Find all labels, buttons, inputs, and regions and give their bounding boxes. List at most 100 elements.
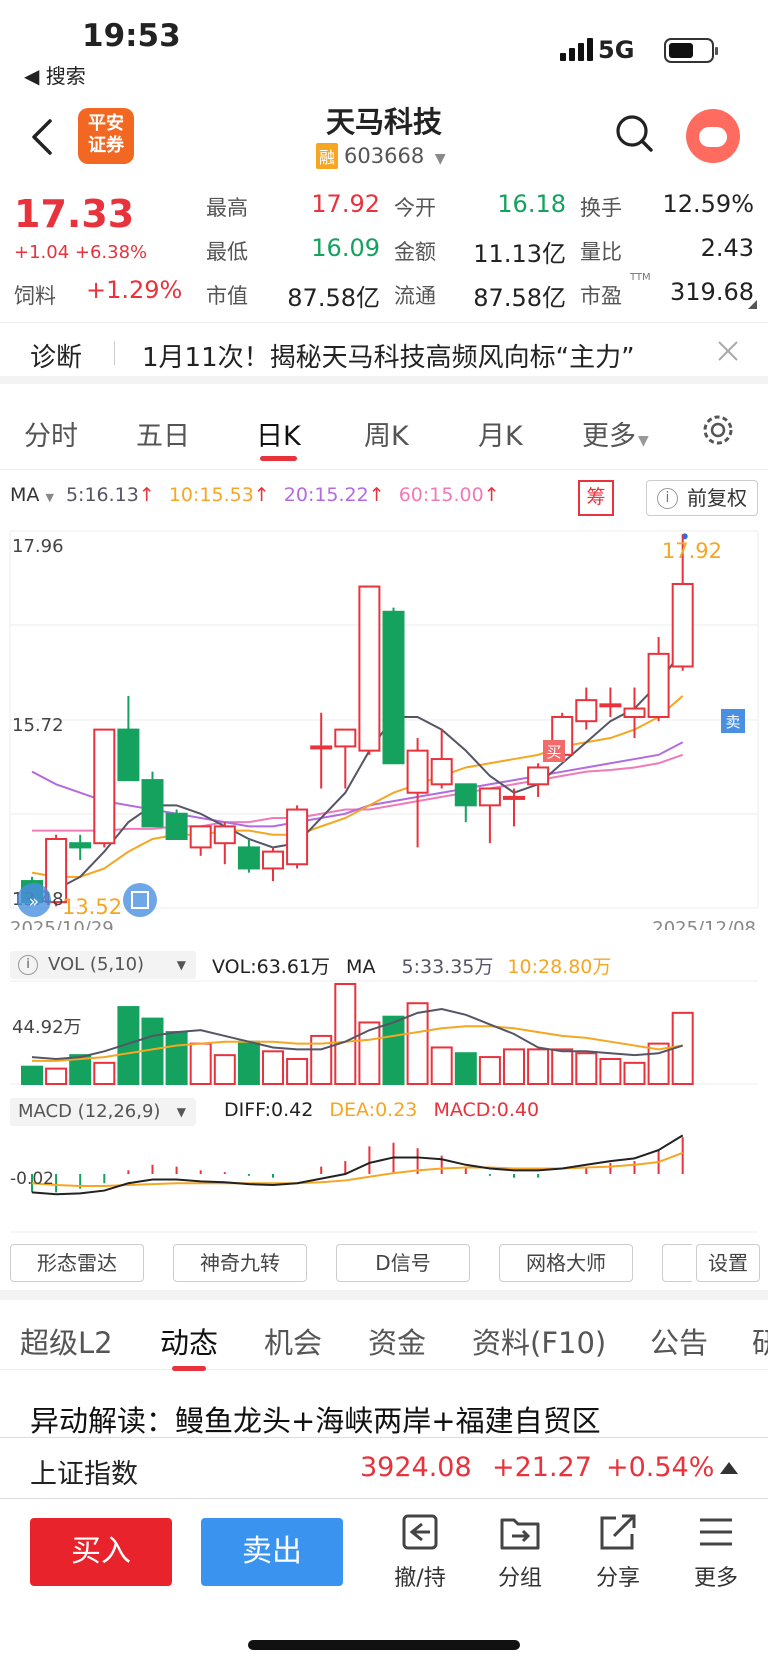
share-icon <box>600 1514 636 1550</box>
candle-body <box>382 610 405 765</box>
candle-body <box>454 783 477 807</box>
volume-bar <box>527 1048 550 1085</box>
tool-partial-button[interactable] <box>662 1244 692 1282</box>
expand-corner-icon[interactable] <box>748 300 757 309</box>
candle-body <box>237 846 260 870</box>
sell-marker[interactable]: 卖 <box>721 709 745 733</box>
info-icon: i <box>18 955 38 975</box>
volume-bar <box>623 1061 646 1085</box>
divider <box>114 341 115 365</box>
assistant-avatar-icon[interactable] <box>686 109 740 163</box>
caret-down-icon: ▼ <box>45 491 54 504</box>
tab-monthly-k[interactable]: 月K <box>478 414 523 453</box>
tab-daily-k[interactable]: 日K <box>256 414 301 461</box>
tab-funds[interactable]: 资金 <box>368 1320 426 1362</box>
cancel-hold-label: 撤/持 <box>394 1566 446 1591</box>
candle-body <box>213 825 236 845</box>
cancel-hold-button[interactable]: 撤/持 <box>380 1512 460 1592</box>
more-button[interactable]: 更多 <box>676 1512 756 1592</box>
buy-button[interactable]: 买入 <box>30 1518 172 1586</box>
index-ticker[interactable]: 上证指数 3924.08 +21.27 +0.54% <box>0 1437 768 1499</box>
gear-icon[interactable] <box>700 412 736 448</box>
macd-indicator-selector[interactable]: MACD (12,26,9) ▼ <box>10 1098 196 1126</box>
x-end-label: 2025/12/08 <box>652 918 756 930</box>
candle-body <box>69 842 92 849</box>
volume-bar <box>575 1052 598 1085</box>
collapse-panel-icon[interactable]: » <box>17 883 51 917</box>
candle-body <box>310 745 333 750</box>
more-label: 更多 <box>693 1566 738 1591</box>
dea-value: DEA:0.23 <box>329 1099 418 1121</box>
magic-nine-button[interactable]: 神奇九转 <box>173 1244 307 1282</box>
tab-super-l2[interactable]: 超级L2 <box>20 1320 113 1362</box>
tab-dynamics[interactable]: 动态 <box>160 1320 218 1371</box>
tab-more[interactable]: 更多 ▼ <box>582 414 649 453</box>
diagnosis-text[interactable]: 1月11次！揭秘天马科技高频风向标“主力” <box>142 337 635 374</box>
settings-button[interactable]: 设置 <box>696 1244 760 1282</box>
vol-indicator-selector[interactable]: i VOL (5,10) ▼ <box>10 951 196 979</box>
volume-bar <box>165 1031 188 1085</box>
adjust-button[interactable]: i 前复权 <box>646 480 758 516</box>
macd-chart[interactable]: -0.02 <box>0 1128 768 1233</box>
volume-chart[interactable]: 44.92万 <box>0 980 768 1085</box>
caret-down-icon: ▼ <box>176 958 186 972</box>
vol-ratio-label: 量比 <box>580 240 622 264</box>
news-headline[interactable]: 异动解读：鳗鱼龙头+海峡两岸+福建自贸区 <box>30 1398 601 1440</box>
pe-label: 市盈 <box>580 284 622 308</box>
group-label: 分组 <box>497 1566 542 1591</box>
sector-label[interactable]: 饲料 <box>14 280 56 310</box>
macd-values: DIFF:0.42 DEA:0.23 MACD:0.40 <box>224 1099 539 1121</box>
y-tick-label: 15.72 <box>12 715 64 736</box>
sell-button[interactable]: 卖出 <box>201 1518 343 1586</box>
volume-bar <box>430 1046 453 1085</box>
volume-bar <box>478 1056 501 1085</box>
status-bar: 19:53 ◀ 搜索 5G <box>0 0 768 90</box>
home-indicator <box>248 1640 520 1650</box>
tab-announcements[interactable]: 公告 <box>650 1320 708 1362</box>
margin-badge: 融 <box>316 143 339 169</box>
candle-body <box>117 728 140 782</box>
mcap-label: 市值 <box>206 284 248 308</box>
arrow-up-icon: ↑ <box>253 484 270 506</box>
caret-up-icon[interactable] <box>720 1462 738 1474</box>
signal-bar-3 <box>578 43 584 61</box>
volume-bar <box>213 1054 236 1085</box>
d-signal-button[interactable]: D信号 <box>336 1244 470 1282</box>
tab-research[interactable]: 研 <box>752 1320 768 1362</box>
ma10-line <box>31 695 684 878</box>
high-label: 最高 <box>206 196 248 220</box>
diagnosis-bar[interactable]: 诊断 1月11次！揭秘天马科技高频风向标“主力” <box>0 322 768 384</box>
search-icon[interactable] <box>614 113 656 155</box>
tab-weekly-k[interactable]: 周K <box>364 414 409 453</box>
signal-bar-4 <box>587 38 593 61</box>
back-to-app[interactable]: ◀ 搜索 <box>24 60 86 89</box>
high-value: 17.92 <box>311 190 380 218</box>
caret-down-icon: ▼ <box>434 151 446 167</box>
stock-code-selector[interactable]: 融 603668 ▼ <box>316 143 446 169</box>
close-icon[interactable] <box>716 339 740 363</box>
macd-value: MACD:0.40 <box>433 1099 540 1121</box>
share-label: 分享 <box>595 1566 640 1591</box>
open-value: 16.18 <box>497 190 566 218</box>
pattern-radar-button[interactable]: 形态雷达 <box>10 1244 144 1282</box>
grid-master-button[interactable]: 网格大师 <box>499 1244 633 1282</box>
sector-change[interactable]: +1.29% <box>86 276 188 304</box>
kline-chart[interactable]: 17.96 15.72 13.48 2025/10/29 2025/12/08 … <box>0 528 768 930</box>
volume-bar <box>551 1048 574 1085</box>
tab-five-day[interactable]: 五日 <box>136 414 190 453</box>
buy-marker[interactable]: 买 <box>543 740 565 762</box>
share-button[interactable]: 分享 <box>578 1512 658 1592</box>
tab-opportunity[interactable]: 机会 <box>264 1320 322 1362</box>
candle-body <box>286 808 309 866</box>
group-button[interactable]: 分组 <box>480 1512 560 1592</box>
volume-bar <box>454 1052 477 1085</box>
fullscreen-icon[interactable] <box>123 883 157 917</box>
float-label: 流通 <box>394 284 436 308</box>
tab-f10[interactable]: 资料(F10) <box>472 1320 606 1362</box>
y-tick-label: 17.96 <box>12 536 64 557</box>
tab-fenshi[interactable]: 分时 <box>24 414 78 453</box>
chips-button[interactable]: 筹 <box>578 480 614 516</box>
ma-legend[interactable]: MA ▼ 5:16.13↑ 10:15.53↑ 20:15.22↑ 60:15.… <box>10 484 500 506</box>
volume-bar <box>262 1050 284 1085</box>
x-start-label: 2025/10/29 <box>10 918 114 930</box>
